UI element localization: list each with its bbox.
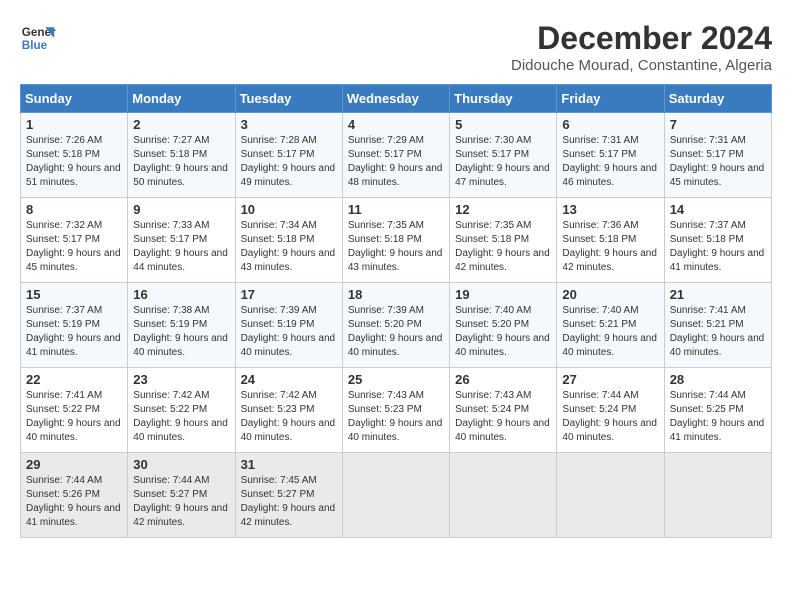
- table-row: 5Sunrise: 7:30 AMSunset: 5:17 PMDaylight…: [450, 113, 557, 198]
- table-row: 6Sunrise: 7:31 AMSunset: 5:17 PMDaylight…: [557, 113, 664, 198]
- table-row: 30Sunrise: 7:44 AMSunset: 5:27 PMDayligh…: [128, 453, 235, 538]
- calendar-row: 15Sunrise: 7:37 AMSunset: 5:19 PMDayligh…: [21, 283, 772, 368]
- table-row: 16Sunrise: 7:38 AMSunset: 5:19 PMDayligh…: [128, 283, 235, 368]
- table-row: 8Sunrise: 7:32 AMSunset: 5:17 PMDaylight…: [21, 198, 128, 283]
- location-title: Didouche Mourad, Constantine, Algeria: [511, 57, 772, 74]
- table-row: 15Sunrise: 7:37 AMSunset: 5:19 PMDayligh…: [21, 283, 128, 368]
- col-monday: Monday: [128, 85, 235, 113]
- table-row: 21Sunrise: 7:41 AMSunset: 5:21 PMDayligh…: [664, 283, 771, 368]
- table-row: 25Sunrise: 7:43 AMSunset: 5:23 PMDayligh…: [342, 368, 449, 453]
- table-row: 22Sunrise: 7:41 AMSunset: 5:22 PMDayligh…: [21, 368, 128, 453]
- table-row: 17Sunrise: 7:39 AMSunset: 5:19 PMDayligh…: [235, 283, 342, 368]
- month-title: December 2024: [511, 20, 772, 57]
- col-sunday: Sunday: [21, 85, 128, 113]
- header-row: Sunday Monday Tuesday Wednesday Thursday…: [21, 85, 772, 113]
- col-thursday: Thursday: [450, 85, 557, 113]
- table-row: 18Sunrise: 7:39 AMSunset: 5:20 PMDayligh…: [342, 283, 449, 368]
- table-row: 27Sunrise: 7:44 AMSunset: 5:24 PMDayligh…: [557, 368, 664, 453]
- table-row: 2Sunrise: 7:27 AMSunset: 5:18 PMDaylight…: [128, 113, 235, 198]
- table-row: 19Sunrise: 7:40 AMSunset: 5:20 PMDayligh…: [450, 283, 557, 368]
- table-row: 14Sunrise: 7:37 AMSunset: 5:18 PMDayligh…: [664, 198, 771, 283]
- table-row: 24Sunrise: 7:42 AMSunset: 5:23 PMDayligh…: [235, 368, 342, 453]
- logo-icon: General Blue: [20, 20, 56, 56]
- table-row: 31Sunrise: 7:45 AMSunset: 5:27 PMDayligh…: [235, 453, 342, 538]
- table-row: 26Sunrise: 7:43 AMSunset: 5:24 PMDayligh…: [450, 368, 557, 453]
- calendar-row: 1Sunrise: 7:26 AMSunset: 5:18 PMDaylight…: [21, 113, 772, 198]
- calendar-row: 22Sunrise: 7:41 AMSunset: 5:22 PMDayligh…: [21, 368, 772, 453]
- title-block: December 2024 Didouche Mourad, Constanti…: [511, 20, 772, 74]
- table-row: [664, 453, 771, 538]
- table-row: 29Sunrise: 7:44 AMSunset: 5:26 PMDayligh…: [21, 453, 128, 538]
- table-row: 9Sunrise: 7:33 AMSunset: 5:17 PMDaylight…: [128, 198, 235, 283]
- table-row: [557, 453, 664, 538]
- table-row: 1Sunrise: 7:26 AMSunset: 5:18 PMDaylight…: [21, 113, 128, 198]
- calendar-row: 8Sunrise: 7:32 AMSunset: 5:17 PMDaylight…: [21, 198, 772, 283]
- table-row: 4Sunrise: 7:29 AMSunset: 5:17 PMDaylight…: [342, 113, 449, 198]
- table-row: 12Sunrise: 7:35 AMSunset: 5:18 PMDayligh…: [450, 198, 557, 283]
- col-saturday: Saturday: [664, 85, 771, 113]
- col-friday: Friday: [557, 85, 664, 113]
- table-row: 13Sunrise: 7:36 AMSunset: 5:18 PMDayligh…: [557, 198, 664, 283]
- table-row: [342, 453, 449, 538]
- logo: General Blue: [20, 20, 56, 56]
- table-row: [450, 453, 557, 538]
- col-tuesday: Tuesday: [235, 85, 342, 113]
- table-row: 10Sunrise: 7:34 AMSunset: 5:18 PMDayligh…: [235, 198, 342, 283]
- table-row: 20Sunrise: 7:40 AMSunset: 5:21 PMDayligh…: [557, 283, 664, 368]
- table-row: 3Sunrise: 7:28 AMSunset: 5:17 PMDaylight…: [235, 113, 342, 198]
- table-row: 28Sunrise: 7:44 AMSunset: 5:25 PMDayligh…: [664, 368, 771, 453]
- col-wednesday: Wednesday: [342, 85, 449, 113]
- svg-text:Blue: Blue: [22, 39, 48, 52]
- table-row: 11Sunrise: 7:35 AMSunset: 5:18 PMDayligh…: [342, 198, 449, 283]
- page-header: General Blue December 2024 Didouche Mour…: [20, 20, 772, 74]
- table-row: 23Sunrise: 7:42 AMSunset: 5:22 PMDayligh…: [128, 368, 235, 453]
- table-row: 7Sunrise: 7:31 AMSunset: 5:17 PMDaylight…: [664, 113, 771, 198]
- calendar-row: 29Sunrise: 7:44 AMSunset: 5:26 PMDayligh…: [21, 453, 772, 538]
- calendar-table: Sunday Monday Tuesday Wednesday Thursday…: [20, 84, 772, 538]
